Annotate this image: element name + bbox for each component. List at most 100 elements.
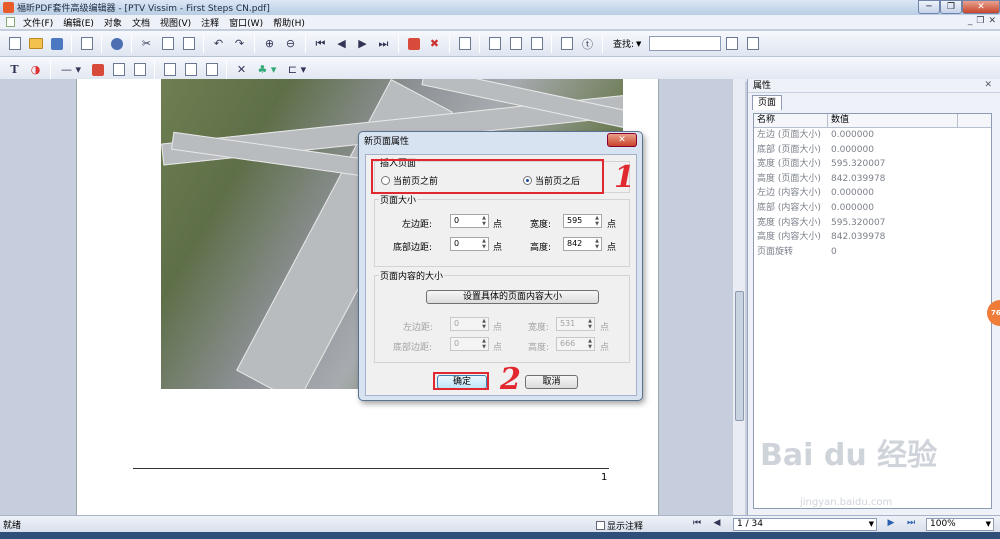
zoom-out-button[interactable]: ⊖ xyxy=(282,35,299,52)
menu-document[interactable]: 文档 xyxy=(127,16,155,29)
property-row[interactable]: 底部 (页面大小) 0.000000 xyxy=(754,143,991,158)
print-button[interactable] xyxy=(78,35,95,52)
doc-minimize-button[interactable]: _ xyxy=(968,16,973,26)
width-value: 595 xyxy=(567,216,583,225)
save-button[interactable] xyxy=(48,35,65,52)
resize-button[interactable] xyxy=(203,61,220,78)
doc-close-button[interactable]: ✕ xyxy=(988,16,996,26)
cancel-button[interactable]: 取消 xyxy=(525,375,578,389)
find-dropdown-icon[interactable]: ▼ xyxy=(636,40,641,48)
document-scrollbar[interactable] xyxy=(732,79,745,515)
menu-edit[interactable]: 编辑(E) xyxy=(58,16,99,29)
grid-button[interactable] xyxy=(528,35,545,52)
minimize-button[interactable]: ─ xyxy=(918,0,940,14)
info-button[interactable] xyxy=(108,35,125,52)
crop-button[interactable] xyxy=(182,61,199,78)
menu-file[interactable]: 文件(F) xyxy=(18,16,58,29)
property-row[interactable]: 宽度 (内容大小) 595.320007 xyxy=(754,216,991,231)
menu-help[interactable]: 帮助(H) xyxy=(268,16,310,29)
document-icon[interactable] xyxy=(6,17,15,27)
spin-arrows-icon[interactable]: ▲ ▼ xyxy=(593,238,601,250)
page-dropdown-icon[interactable]: ▼ xyxy=(869,519,874,530)
spin-arrows-icon[interactable]: ▲ ▼ xyxy=(480,238,488,250)
spin-arrows-icon[interactable]: ▲ ▼ xyxy=(586,318,594,330)
status-last-page-button[interactable]: ⏭ xyxy=(904,518,918,530)
height-label: 高度: xyxy=(530,243,552,253)
help-button[interactable]: ⓣ xyxy=(579,35,596,52)
property-row[interactable]: 左边 (内容大小) 0.000000 xyxy=(754,186,991,201)
delete-page-button[interactable]: ✖ xyxy=(426,35,443,52)
doc-restore-button[interactable]: ❐ xyxy=(976,16,984,26)
transform-button[interactable]: ✕ xyxy=(233,61,250,78)
set-content-size-button[interactable]: 设置具体的页面内容大小 xyxy=(426,290,599,304)
spin-arrows-icon[interactable]: ▲ ▼ xyxy=(480,215,488,227)
show-comments-checkbox[interactable]: 显示注释 xyxy=(596,519,643,532)
shapes-button[interactable]: ♣ ▾ xyxy=(254,61,280,78)
fill-button[interactable] xyxy=(89,61,106,78)
next-page-button[interactable]: ▶ xyxy=(354,35,371,52)
content-width-input[interactable]: 531 ▲ ▼ xyxy=(556,317,595,331)
property-row[interactable]: 高度 (内容大小) 842.039978 xyxy=(754,230,991,245)
find-next-button[interactable] xyxy=(744,35,761,52)
menu-comment[interactable]: 注释 xyxy=(196,16,224,29)
edit-object-button[interactable] xyxy=(131,61,148,78)
left-margin-input[interactable]: 0 ▲ ▼ xyxy=(450,214,489,228)
close-window-button[interactable]: ✕ xyxy=(962,0,1000,14)
find-prev-button[interactable] xyxy=(723,35,740,52)
bottom-margin-input[interactable]: 0 ▲ ▼ xyxy=(450,237,489,251)
arrange-button[interactable]: ⊏ ▾ xyxy=(284,61,310,78)
width-input[interactable]: 595 ▲ ▼ xyxy=(563,214,602,228)
status-prev-page-button[interactable]: ◀ xyxy=(710,518,724,530)
last-page-button[interactable]: ⏭ xyxy=(375,35,392,52)
paste-button[interactable] xyxy=(180,35,197,52)
status-first-page-button[interactable]: ⏮ xyxy=(690,518,704,530)
spin-arrows-icon[interactable]: ▲ ▼ xyxy=(586,338,594,350)
keyboard-button[interactable] xyxy=(456,35,473,52)
text-object-button[interactable]: T xyxy=(6,61,23,78)
menu-view[interactable]: 视图(V) xyxy=(155,16,196,29)
undo-button[interactable]: ↶ xyxy=(210,35,227,52)
align-button[interactable] xyxy=(507,35,524,52)
height-input[interactable]: 842 ▲ ▼ xyxy=(563,237,602,251)
tab-page[interactable]: 页面 xyxy=(752,95,782,110)
spin-arrows-icon[interactable]: ▲ ▼ xyxy=(480,338,488,350)
scrollbar-thumb[interactable] xyxy=(735,291,744,421)
text-tool-button[interactable] xyxy=(486,35,503,52)
content-left-value: 0 xyxy=(454,319,460,328)
property-row[interactable]: 页面旋转 0 xyxy=(754,245,991,260)
dialog-close-button[interactable]: ✕ xyxy=(607,133,637,147)
page-number-input[interactable]: 1 / 34 ▼ xyxy=(733,518,877,531)
restore-button[interactable]: ❐ xyxy=(940,0,962,14)
spin-arrows-icon[interactable]: ▲ ▼ xyxy=(593,215,601,227)
property-row[interactable]: 左边 (页面大小) 0.000000 xyxy=(754,128,991,143)
copy-button[interactable] xyxy=(159,35,176,52)
select-button[interactable] xyxy=(161,61,178,78)
find-input[interactable] xyxy=(649,36,722,51)
zoom-dropdown-icon[interactable]: ▼ xyxy=(986,519,991,530)
insert-page-button[interactable] xyxy=(405,35,422,52)
properties-close-button[interactable]: ✕ xyxy=(984,80,992,90)
property-row[interactable]: 宽度 (页面大小) 595.320007 xyxy=(754,157,991,172)
page-properties-button[interactable] xyxy=(558,35,575,52)
zoom-select[interactable]: 100% ▼ xyxy=(926,518,994,531)
zoom-in-button[interactable]: ⊕ xyxy=(261,35,278,52)
menu-window[interactable]: 窗口(W) xyxy=(224,16,268,29)
color-button[interactable]: ◑ xyxy=(27,61,44,78)
cut-button[interactable]: ✂ xyxy=(138,35,155,52)
menu-object[interactable]: 对象 xyxy=(99,16,127,29)
content-height-input[interactable]: 666 ▲ ▼ xyxy=(556,337,595,351)
new-file-button[interactable] xyxy=(6,35,23,52)
content-left-input[interactable]: 0 ▲ ▼ xyxy=(450,317,489,331)
redo-button[interactable]: ↷ xyxy=(231,35,248,52)
line-style-button[interactable]: — ▾ xyxy=(57,61,85,78)
property-row[interactable]: 高度 (页面大小) 842.039978 xyxy=(754,172,991,187)
grid-icon xyxy=(530,37,543,50)
status-next-page-button[interactable]: ▶ xyxy=(884,518,898,530)
spin-arrows-icon[interactable]: ▲ ▼ xyxy=(480,318,488,330)
open-button[interactable] xyxy=(27,35,44,52)
first-page-button[interactable]: ⏮ xyxy=(312,35,329,52)
edit-image-button[interactable] xyxy=(110,61,127,78)
property-row[interactable]: 底部 (内容大小) 0.000000 xyxy=(754,201,991,216)
prev-page-button[interactable]: ◀ xyxy=(333,35,350,52)
content-bottom-input[interactable]: 0 ▲ ▼ xyxy=(450,337,489,351)
